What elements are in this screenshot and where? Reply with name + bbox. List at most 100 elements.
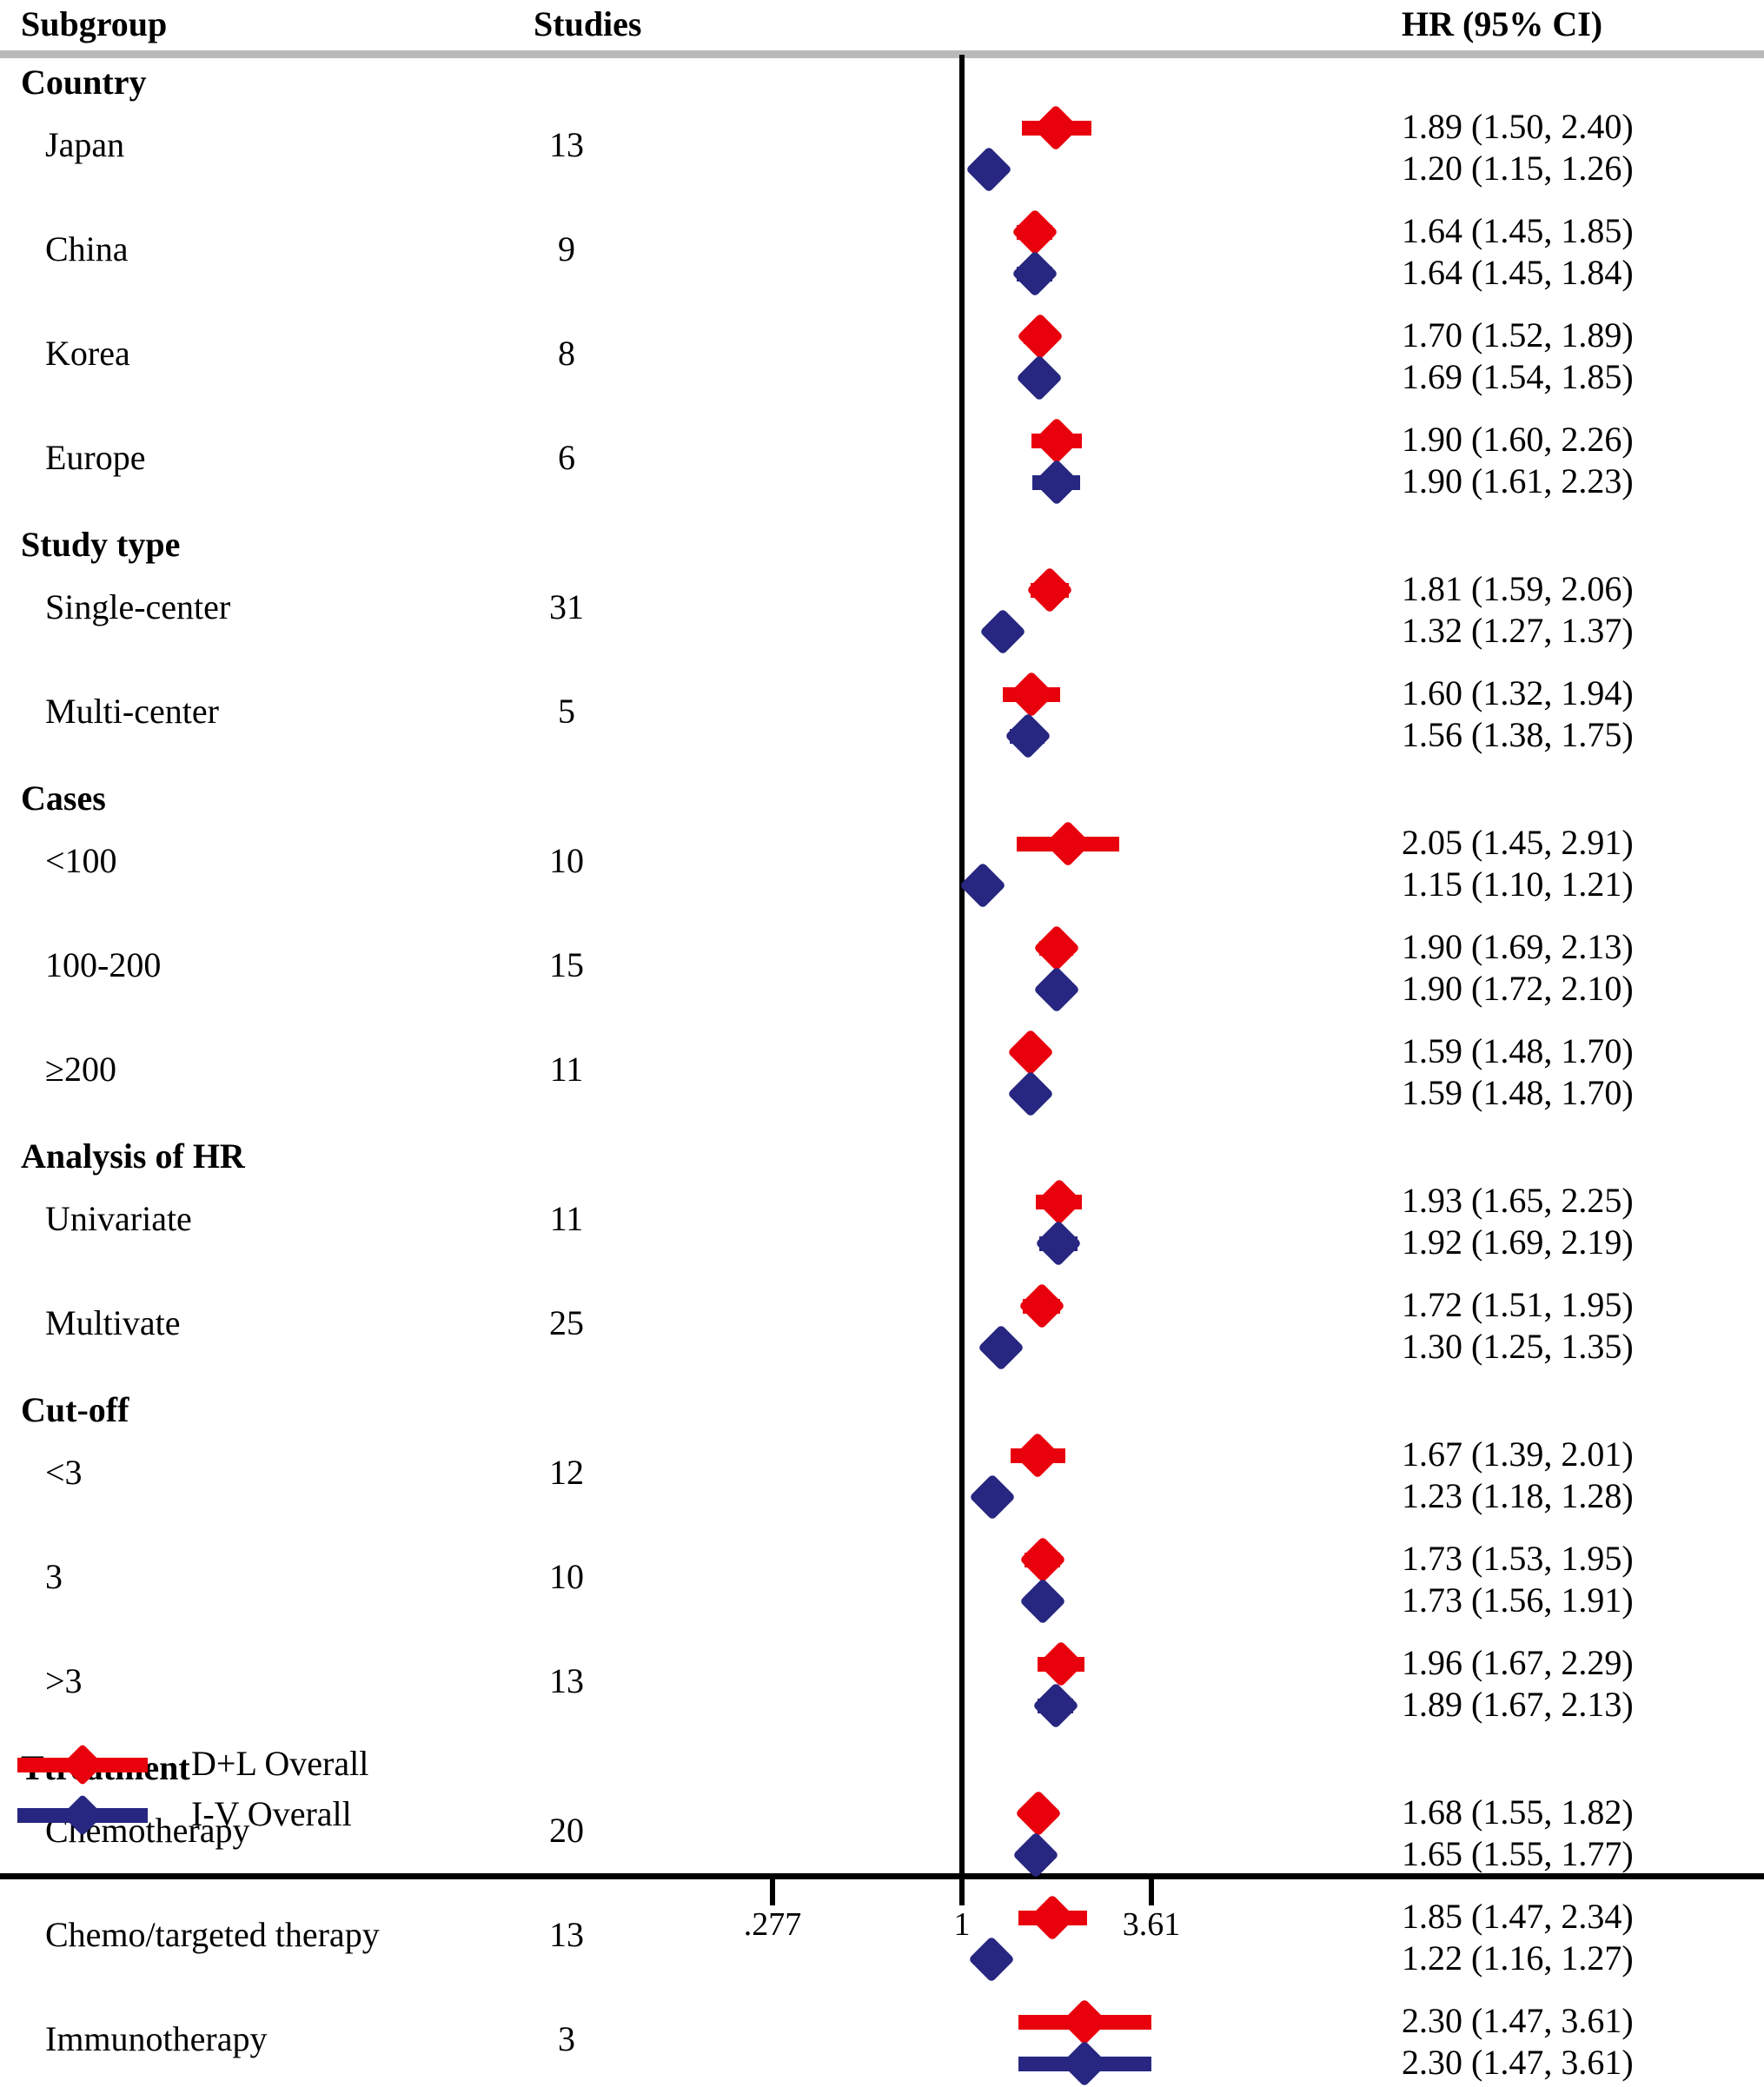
- hr-value-dl: 1.96 (1.67, 2.29): [1402, 1643, 1634, 1682]
- studies-count: 25: [549, 1303, 584, 1342]
- axis-tick: [959, 1879, 965, 1905]
- studies-count: 20: [549, 1811, 584, 1850]
- forest-plot: Subgroup Studies HR (95% CI) Country Japa…: [0, 0, 1764, 2087]
- x-axis-line: [0, 1873, 1764, 1879]
- point-estimate-dl: [1018, 1282, 1065, 1329]
- point-estimate-dl: [1035, 1178, 1083, 1225]
- studies-count: 11: [549, 1050, 584, 1089]
- studies-count: 10: [549, 1557, 584, 1596]
- hr-value-dl: 1.60 (1.32, 1.94): [1402, 673, 1634, 712]
- legend-label-dl: D+L Overall: [191, 1744, 369, 1783]
- column-header-studies: Studies: [534, 4, 642, 43]
- group-heading: Cut-off: [21, 1390, 129, 1429]
- subgroup-label: 100-200: [45, 945, 162, 984]
- hr-value-iv: 1.30 (1.25, 1.35): [1402, 1327, 1634, 1366]
- hr-value-dl: 1.59 (1.48, 1.70): [1402, 1031, 1634, 1070]
- subgroup-label: Chemo/targeted therapy: [45, 1915, 380, 1954]
- axis-tick: [1148, 1879, 1154, 1905]
- studies-count: 13: [549, 125, 584, 164]
- subgroup-label: <3: [45, 1453, 83, 1492]
- hr-value-dl: 1.72 (1.51, 1.95): [1402, 1285, 1634, 1324]
- hr-value-iv: 1.73 (1.56, 1.91): [1402, 1580, 1634, 1620]
- point-estimate-dl: [1019, 1536, 1066, 1583]
- point-estimate-iv: [1016, 354, 1063, 401]
- hr-value-dl: 1.67 (1.39, 2.01): [1402, 1434, 1634, 1474]
- studies-count: 31: [549, 587, 584, 626]
- subgroup-label: Single-center: [45, 587, 231, 626]
- point-estimate-dl: [1044, 820, 1091, 867]
- hr-value-dl: 1.90 (1.69, 2.13): [1402, 927, 1634, 966]
- subgroup-label: Korea: [45, 334, 130, 373]
- header-rule: [0, 50, 1764, 58]
- hr-value-iv: 1.90 (1.72, 2.10): [1402, 969, 1634, 1008]
- subgroup-label: Univariate: [45, 1199, 192, 1238]
- subgroup-label: 3: [45, 1557, 63, 1596]
- hr-value-iv: 1.90 (1.61, 2.23): [1402, 461, 1634, 500]
- point-estimate-dl: [1007, 671, 1055, 718]
- point-estimate-iv: [1033, 459, 1080, 506]
- studies-count: 15: [549, 945, 584, 984]
- point-estimate-iv: [965, 146, 1012, 193]
- subgroup-label: Multi-center: [45, 692, 219, 731]
- studies-count: 10: [549, 841, 584, 880]
- hr-value-dl: 1.90 (1.60, 2.26): [1402, 420, 1634, 459]
- hr-value-dl: 2.30 (1.47, 3.61): [1402, 2001, 1634, 2040]
- axis-tick-label: .277: [743, 1906, 802, 1943]
- group-heading: Country: [21, 63, 147, 102]
- reference-line: [959, 55, 965, 1876]
- point-estimate-dl: [1025, 566, 1073, 613]
- hr-value-dl: 1.89 (1.50, 2.40): [1402, 107, 1634, 146]
- axis-tick-label: 3.61: [1122, 1906, 1181, 1943]
- point-estimate-iv: [1019, 1578, 1066, 1625]
- subgroup-label: Europe: [45, 438, 146, 477]
- hr-value-iv: 1.20 (1.15, 1.26): [1402, 149, 1634, 188]
- studies-count: 13: [549, 1661, 584, 1700]
- hr-value-dl: 1.93 (1.65, 2.25): [1402, 1181, 1634, 1220]
- studies-count: 11: [549, 1199, 584, 1238]
- hr-value-dl: 1.85 (1.47, 2.34): [1402, 1897, 1634, 1936]
- point-estimate-dl: [1033, 417, 1080, 464]
- point-estimate-dl: [1038, 1640, 1085, 1687]
- hr-value-dl: 1.73 (1.53, 1.95): [1402, 1539, 1634, 1578]
- hr-value-dl: 1.68 (1.55, 1.82): [1402, 1792, 1634, 1832]
- hr-value-iv: 1.32 (1.27, 1.37): [1402, 611, 1634, 650]
- subgroup-label: Multivate: [45, 1303, 181, 1342]
- group-heading: Cases: [21, 778, 106, 818]
- group-heading: Study type: [21, 525, 181, 564]
- point-estimate-dl: [1014, 1432, 1061, 1479]
- point-estimate-iv: [958, 862, 1006, 909]
- hr-value-iv: 1.59 (1.48, 1.70): [1402, 1073, 1634, 1112]
- hr-value-iv: 1.56 (1.38, 1.75): [1402, 715, 1634, 754]
- legend-label-iv: I-V Overall: [191, 1794, 352, 1833]
- point-estimate-iv: [1012, 1832, 1059, 1878]
- point-estimate-iv: [967, 1936, 1015, 1983]
- subgroup-label: >3: [45, 1661, 83, 1700]
- subgroup-label: Japan: [45, 125, 125, 164]
- point-estimate-iv: [1034, 1220, 1082, 1267]
- column-header-hr: HR (95% CI): [1402, 4, 1603, 43]
- axis-tick-label: 1: [953, 1906, 971, 1943]
- hr-value-iv: 1.89 (1.67, 2.13): [1402, 1685, 1634, 1724]
- subgroup-label: <100: [45, 841, 117, 880]
- studies-count: 8: [558, 334, 575, 373]
- hr-value-dl: 2.05 (1.45, 2.91): [1402, 823, 1634, 862]
- hr-value-iv: 1.69 (1.54, 1.85): [1402, 357, 1634, 396]
- point-estimate-iv: [1033, 966, 1080, 1013]
- point-estimate-iv: [1006, 1070, 1054, 1117]
- subgroup-label: China: [45, 229, 129, 268]
- point-estimate-dl: [1061, 1998, 1109, 2045]
- point-estimate-dl: [1017, 313, 1064, 360]
- point-estimate-iv: [1011, 250, 1058, 297]
- point-estimate-dl: [1006, 1029, 1054, 1076]
- point-estimate-iv: [969, 1474, 1017, 1521]
- point-estimate-dl: [1032, 104, 1079, 151]
- studies-count: 5: [558, 692, 575, 731]
- hr-value-iv: 1.15 (1.10, 1.21): [1402, 865, 1634, 904]
- studies-count: 13: [549, 1915, 584, 1954]
- point-estimate-dl: [1011, 209, 1058, 255]
- hr-value-iv: 2.30 (1.47, 3.61): [1402, 2043, 1634, 2082]
- axis-tick: [770, 1879, 775, 1905]
- point-estimate-dl: [1033, 924, 1080, 971]
- hr-value-dl: 1.70 (1.52, 1.89): [1402, 315, 1634, 354]
- hr-value-dl: 1.81 (1.59, 2.06): [1402, 569, 1634, 608]
